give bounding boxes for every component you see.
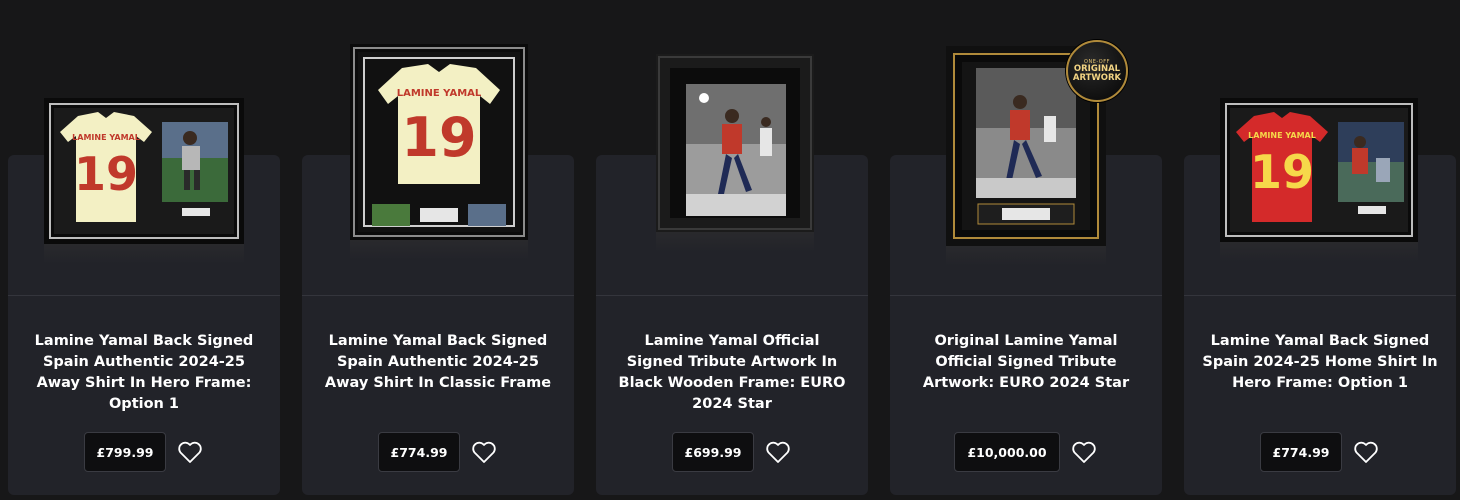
price-tag: £774.99 xyxy=(377,432,461,472)
product-grid: Lamine Yamal Back Signed Spain Authentic… xyxy=(0,0,1460,500)
card-divider xyxy=(596,295,868,296)
product-title[interactable]: Lamine Yamal Back Signed Spain 2024-25 H… xyxy=(1202,331,1438,394)
product-image[interactable] xyxy=(656,54,814,232)
wishlist-heart-icon[interactable] xyxy=(1352,438,1380,466)
shirt-name-text: LAMINE YAMAL xyxy=(397,88,482,99)
card-divider xyxy=(890,295,1162,296)
product-title[interactable]: Lamine Yamal Official Signed Tribute Art… xyxy=(614,331,850,415)
product-title[interactable]: Lamine Yamal Back Signed Spain Authentic… xyxy=(26,331,262,415)
card-divider xyxy=(8,295,280,296)
wishlist-heart-icon[interactable] xyxy=(470,438,498,466)
shirt-name-text: LAMINE YAMAL xyxy=(72,133,140,142)
card-divider xyxy=(302,295,574,296)
badge-main-text: ORIGINAL ARTWORK xyxy=(1072,64,1122,83)
shirt-number-text: 19 xyxy=(401,106,476,169)
shirt-name-text: LAMINE YAMAL xyxy=(1248,131,1316,140)
wishlist-heart-icon[interactable] xyxy=(176,438,204,466)
shirt-number-text: 19 xyxy=(74,147,138,201)
price-tag: £799.99 xyxy=(83,432,167,472)
card-divider xyxy=(1184,295,1456,296)
price-row: £699.99 xyxy=(596,432,868,472)
price-tag: £10,000.00 xyxy=(954,432,1060,472)
price-tag: £699.99 xyxy=(671,432,755,472)
product-image[interactable]: LAMINE YAMAL 19 xyxy=(1220,98,1418,242)
price-row: £774.99 xyxy=(1184,432,1456,472)
product-image[interactable]: LAMINE YAMAL 19 xyxy=(350,44,528,240)
price-row: £10,000.00 xyxy=(890,432,1162,472)
wishlist-heart-icon[interactable] xyxy=(1070,438,1098,466)
product-title[interactable]: Original Lamine Yamal Official Signed Tr… xyxy=(908,331,1144,394)
product-title[interactable]: Lamine Yamal Back Signed Spain Authentic… xyxy=(320,331,556,394)
wishlist-heart-icon[interactable] xyxy=(764,438,792,466)
original-artwork-badge: ONE-OFF ORIGINAL ARTWORK xyxy=(1066,40,1128,102)
shirt-number-text: 19 xyxy=(1250,145,1314,199)
price-row: £774.99 xyxy=(302,432,574,472)
price-row: £799.99 xyxy=(8,432,280,472)
price-tag: £774.99 xyxy=(1259,432,1343,472)
product-image[interactable]: LAMINE YAMAL 19 xyxy=(44,98,244,244)
